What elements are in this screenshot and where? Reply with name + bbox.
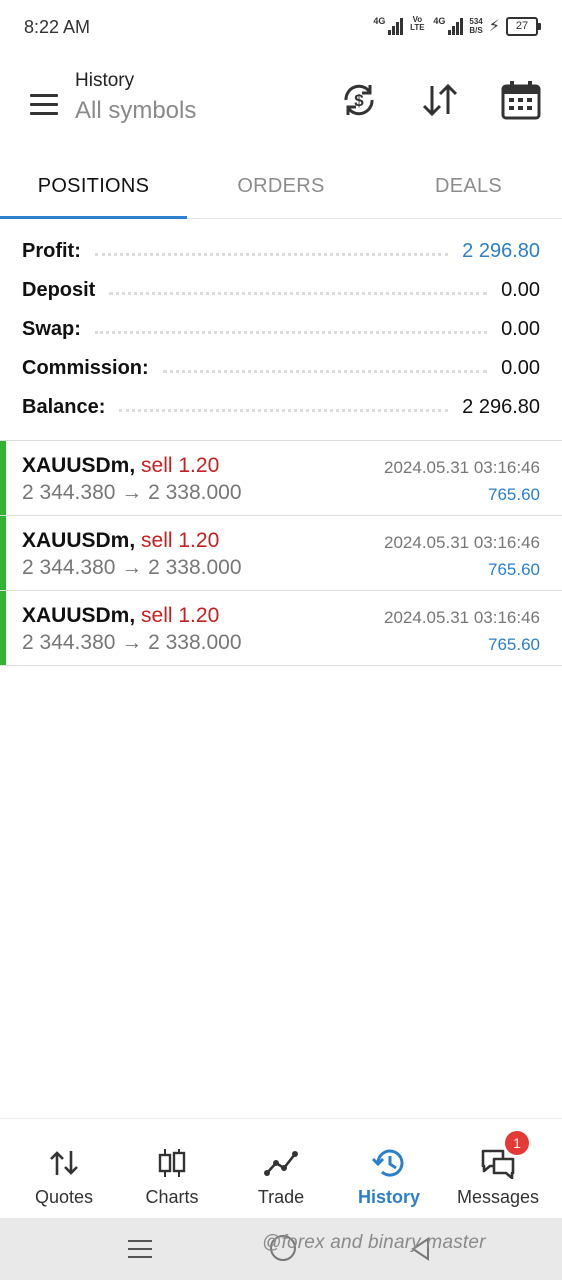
position-time: 2024.05.31 03:16:46 xyxy=(384,608,540,627)
quotes-icon xyxy=(50,1151,78,1175)
tab-deals[interactable]: DEALS xyxy=(375,154,562,218)
candlestick-icon xyxy=(158,1149,186,1177)
speed-unit: B/S xyxy=(469,26,483,35)
position-time: 2024.05.31 03:16:46 xyxy=(384,458,540,477)
signal-icon-sim2: 4G xyxy=(433,16,464,35)
sim1-label: 4G xyxy=(373,16,386,26)
watermark-text: @forex and binary master xyxy=(262,1232,486,1253)
currency-exchange-icon[interactable]: $ xyxy=(337,78,381,122)
screen: 8:22 AM 4G Vo LTE 4G 534 B/S ⚡ 27 Histor… xyxy=(0,0,562,1280)
menu-icon[interactable] xyxy=(24,86,64,126)
app-bar: History All symbols $ xyxy=(0,56,562,154)
position-symbol: XAUUSDm, xyxy=(22,454,136,477)
commission-value: 0.00 xyxy=(501,357,540,379)
svg-text:$: $ xyxy=(354,91,364,110)
dot-leader xyxy=(94,331,488,334)
sort-icon[interactable] xyxy=(418,78,462,122)
nav-history[interactable]: History xyxy=(334,1119,444,1219)
position-side: sell 1.20 xyxy=(141,604,220,627)
tab-orders[interactable]: ORDERS xyxy=(187,154,375,218)
position-accent-bar xyxy=(0,441,6,515)
trade-line-icon xyxy=(264,1151,298,1176)
messages-badge: 1 xyxy=(505,1131,529,1155)
nav-trade-label: Trade xyxy=(257,1187,305,1207)
signal-icon-sim1: 4G xyxy=(373,16,404,35)
sim2-label: 4G xyxy=(433,16,446,26)
nav-messages[interactable]: 1 Messages xyxy=(443,1119,553,1219)
balance-label: Balance: xyxy=(22,396,106,418)
position-time: 2024.05.31 03:16:46 xyxy=(384,533,540,552)
profit-label: Profit: xyxy=(22,240,81,262)
position-symbol-line: XAUUSDm, sell 1.20 xyxy=(22,529,219,553)
status-bar: 8:22 AM 4G Vo LTE 4G 534 B/S ⚡ 27 xyxy=(0,0,562,56)
position-profit: 765.60 xyxy=(488,485,540,504)
nav-quotes[interactable]: Quotes xyxy=(9,1119,119,1219)
speed-value: 534 xyxy=(469,17,483,26)
position-profit: 765.60 xyxy=(488,560,540,579)
positions-list: XAUUSDm, sell 1.20 2 344.380 → 2 338.000… xyxy=(0,440,562,666)
charging-bolt-icon: ⚡ xyxy=(488,18,500,35)
page-title: History xyxy=(75,70,135,91)
title-block: History All symbols xyxy=(75,70,196,125)
position-prices: 2 344.380 → 2 338.000 xyxy=(22,556,242,579)
status-time: 8:22 AM xyxy=(24,17,91,37)
nav-history-label: History xyxy=(357,1187,420,1207)
nav-messages-label: Messages xyxy=(456,1187,540,1207)
profit-value: 2 296.80 xyxy=(462,240,540,262)
position-profit: 765.60 xyxy=(488,635,540,654)
position-symbol: XAUUSDm, xyxy=(22,529,136,552)
history-icon xyxy=(371,1149,404,1177)
nav-quotes-label: Quotes xyxy=(34,1187,94,1207)
nav-trade[interactable]: Trade xyxy=(226,1119,336,1219)
dot-leader xyxy=(94,253,449,256)
position-prices: 2 344.380 → 2 338.000 xyxy=(22,481,242,504)
position-accent-bar xyxy=(0,516,6,590)
network-speed: 534 B/S xyxy=(469,17,482,35)
dot-leader xyxy=(119,409,449,412)
recent-apps-icon[interactable] xyxy=(128,1238,152,1260)
status-icons: 4G Vo LTE 4G 534 B/S ⚡ 27 xyxy=(373,15,541,36)
position-prices: 2 344.380 → 2 338.000 xyxy=(22,631,242,654)
summary-panel: Profit: 2 296.80 Deposit 0.00 Swap: 0.00… xyxy=(22,232,540,427)
summary-row-swap: Swap: 0.00 xyxy=(22,310,540,349)
calendar-icon[interactable] xyxy=(499,78,543,122)
swap-label: Swap: xyxy=(22,318,81,340)
deposit-label: Deposit xyxy=(22,279,96,301)
balance-value: 2 296.80 xyxy=(462,396,540,418)
tab-positions[interactable]: POSITIONS xyxy=(0,154,187,218)
summary-row-deposit: Deposit 0.00 xyxy=(22,271,540,310)
nav-charts-label: Charts xyxy=(145,1187,199,1207)
deposit-value: 0.00 xyxy=(501,279,540,301)
position-side: sell 1.20 xyxy=(141,529,220,552)
active-tab-indicator xyxy=(0,216,187,219)
nav-charts[interactable]: Charts xyxy=(117,1119,227,1219)
dot-leader xyxy=(109,292,488,295)
symbol-filter[interactable]: All symbols xyxy=(75,97,196,125)
commission-label: Commission: xyxy=(22,357,149,379)
bottom-navigation: Quotes Charts Trade History 1 Messages xyxy=(0,1118,562,1219)
summary-row-commission: Commission: 0.00 xyxy=(22,349,540,388)
system-nav-bar: @forex and binary master xyxy=(0,1218,562,1280)
volte-label: Vo LTE xyxy=(410,15,425,32)
dot-leader xyxy=(162,370,488,373)
position-side: sell 1.20 xyxy=(141,454,220,477)
summary-row-balance: Balance: 2 296.80 xyxy=(22,388,540,427)
position-row[interactable]: XAUUSDm, sell 1.20 2 344.380 → 2 338.000… xyxy=(0,441,562,516)
position-symbol: XAUUSDm, xyxy=(22,604,136,627)
position-row[interactable]: XAUUSDm, sell 1.20 2 344.380 → 2 338.000… xyxy=(0,516,562,591)
position-symbol-line: XAUUSDm, sell 1.20 xyxy=(22,604,219,628)
swap-value: 0.00 xyxy=(501,318,540,340)
position-row[interactable]: XAUUSDm, sell 1.20 2 344.380 → 2 338.000… xyxy=(0,591,562,666)
position-accent-bar xyxy=(0,591,6,665)
tab-bar: POSITIONS ORDERS DEALS xyxy=(0,154,562,219)
position-symbol-line: XAUUSDm, sell 1.20 xyxy=(22,454,219,478)
summary-row-profit: Profit: 2 296.80 xyxy=(22,232,540,271)
battery-icon: 27 xyxy=(506,16,541,36)
